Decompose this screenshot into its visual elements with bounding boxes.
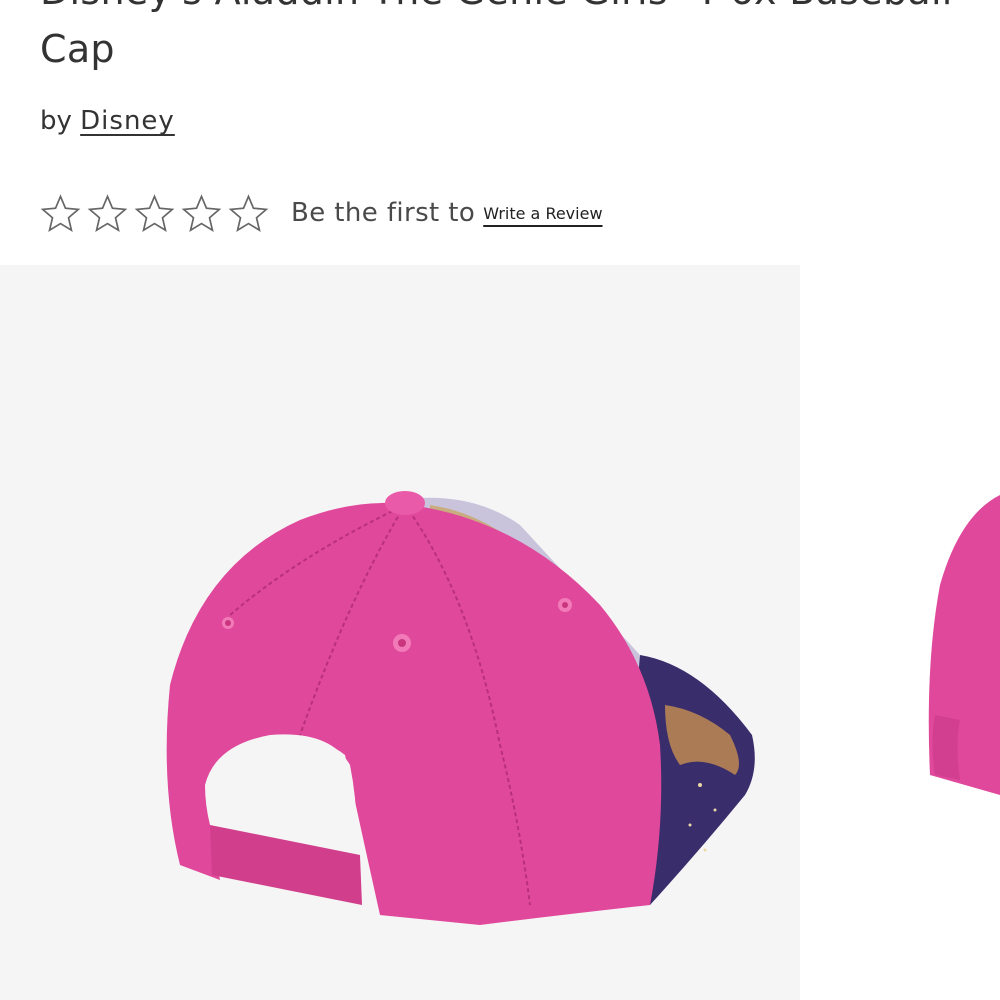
cap-back-view-image — [166, 491, 755, 925]
cap-side-view-image — [928, 495, 1000, 795]
star-rating — [40, 193, 269, 234]
by-label: by — [40, 106, 72, 136]
star-empty-icon — [87, 193, 128, 232]
star-empty-icon — [40, 193, 81, 232]
product-title: Disney's Aladdin The Genie Girls' 4-6x B… — [40, 0, 952, 71]
product-byline: by Disney — [40, 106, 175, 136]
write-review-link[interactable]: Write a Review — [483, 204, 602, 223]
star-empty-icon — [134, 193, 175, 232]
rating-row: Be the first to Write a Review — [40, 190, 603, 236]
star-empty-icon — [228, 193, 269, 232]
product-image-main[interactable] — [0, 265, 800, 1000]
star-empty-icon — [181, 193, 222, 232]
review-prompt: Be the first to — [291, 198, 476, 228]
brand-link[interactable]: Disney — [80, 106, 175, 136]
product-image-next[interactable] — [920, 265, 1000, 1000]
